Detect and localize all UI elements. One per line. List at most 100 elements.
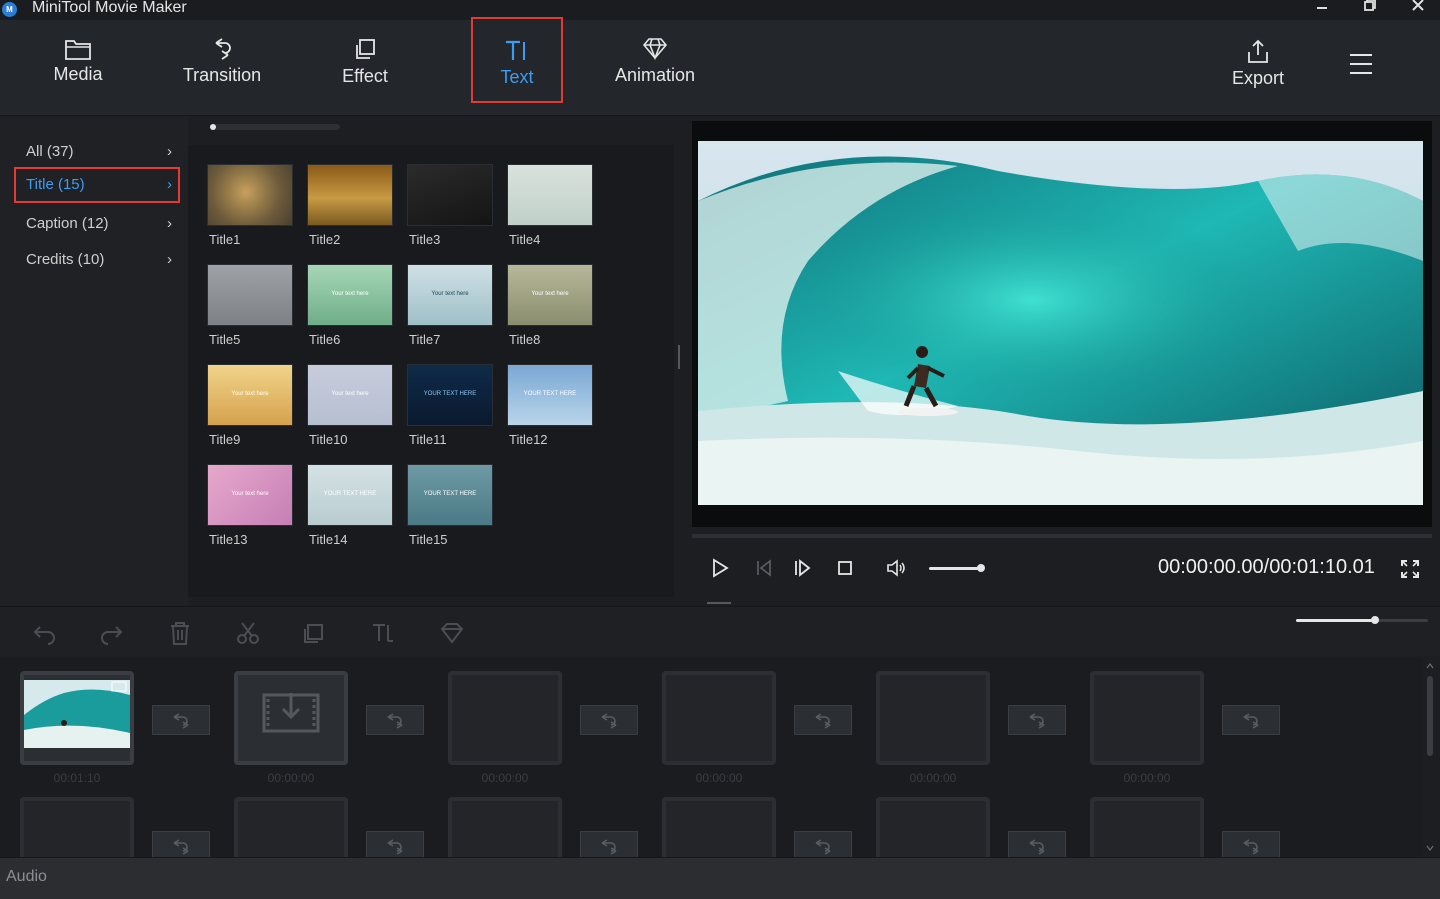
redo-icon[interactable] xyxy=(98,621,124,645)
volume-slider[interactable] xyxy=(929,567,983,570)
timeline-empty-slot[interactable] xyxy=(662,671,776,765)
thumbnail-text: YOUR TEXT HERE xyxy=(423,391,477,397)
transition-slot[interactable] xyxy=(366,831,424,857)
title-thumbnail[interactable]: YOUR TEXT HERE xyxy=(407,364,493,426)
add-text-icon[interactable] xyxy=(370,621,396,645)
category-credits[interactable]: Credits (10) › xyxy=(14,242,180,278)
tab-effect[interactable]: Effect xyxy=(324,20,406,104)
transition-slot[interactable] xyxy=(152,705,210,735)
volume-button[interactable] xyxy=(884,556,908,580)
timeline-toolbar xyxy=(0,606,1440,656)
transition-slot[interactable] xyxy=(580,831,638,857)
restore-icon[interactable] xyxy=(1357,0,1383,20)
volume-slider-handle[interactable] xyxy=(977,564,985,572)
timeline-empty-slot[interactable] xyxy=(1090,797,1204,857)
title-thumbnail-label: Title7 xyxy=(409,332,441,347)
title-thumbnail[interactable] xyxy=(407,164,493,226)
title-thumbnail-label: Title8 xyxy=(509,332,541,347)
title-thumbnail[interactable]: YOUR TEXT HERE xyxy=(507,364,593,426)
panel-splitter-handle[interactable] xyxy=(678,345,680,369)
timeline-empty-slot[interactable] xyxy=(448,797,562,857)
category-all[interactable]: All (37) › xyxy=(14,134,180,170)
tab-media[interactable]: Media xyxy=(38,20,118,104)
crop-icon[interactable] xyxy=(302,621,328,645)
timeline-empty-slot[interactable] xyxy=(876,671,990,765)
tab-animation[interactable]: Animation xyxy=(605,20,705,104)
title-thumbnail[interactable] xyxy=(207,164,293,226)
previous-frame-button[interactable] xyxy=(752,556,776,580)
title-thumbnail[interactable]: YOUR TEXT HERE xyxy=(307,464,393,526)
transition-slot[interactable] xyxy=(366,705,424,735)
thumbnail-text: YOUR TEXT HERE xyxy=(323,491,377,497)
transition-slot[interactable] xyxy=(794,831,852,857)
next-frame-button[interactable] xyxy=(791,556,815,580)
title-thumbnail[interactable]: Your text here xyxy=(307,264,393,326)
horizontal-scrollbar[interactable] xyxy=(210,124,340,130)
timeline-empty-slot[interactable] xyxy=(20,797,134,857)
timeline-empty-slot[interactable] xyxy=(876,797,990,857)
title-thumbnail[interactable]: Your text here xyxy=(307,364,393,426)
delete-icon[interactable] xyxy=(167,621,193,645)
undo-icon[interactable] xyxy=(32,621,58,645)
title-thumbnail[interactable]: Your text here xyxy=(207,364,293,426)
transition-slot[interactable] xyxy=(794,705,852,735)
transition-slot[interactable] xyxy=(1222,831,1280,857)
split-scissors-icon[interactable] xyxy=(235,621,261,645)
title-thumbnail[interactable] xyxy=(507,164,593,226)
title-thumbnail[interactable] xyxy=(207,264,293,326)
tab-transition[interactable]: Transition xyxy=(172,20,272,104)
timeline-empty-slot[interactable] xyxy=(1090,671,1204,765)
timeline-clip[interactable] xyxy=(20,671,134,765)
tab-media-label: Media xyxy=(53,64,103,84)
thumbnail-text: Your text here xyxy=(231,491,269,497)
title-thumbnail[interactable] xyxy=(307,164,393,226)
preview-progress-bar[interactable] xyxy=(692,534,1432,538)
category-caption[interactable]: Caption (12) › xyxy=(14,206,180,242)
tab-text[interactable]: Text xyxy=(471,17,563,103)
stop-button[interactable] xyxy=(833,556,857,580)
stop-icon xyxy=(838,561,852,575)
fullscreen-button[interactable] xyxy=(1400,559,1420,579)
chevron-right-icon: › xyxy=(167,143,172,160)
export-button[interactable]: Export xyxy=(1222,20,1294,104)
video-preview xyxy=(698,141,1423,505)
transition-slot[interactable] xyxy=(1222,705,1280,735)
timeline-empty-slot[interactable] xyxy=(448,671,562,765)
title-thumbnail[interactable]: Your text here xyxy=(507,264,593,326)
animation-tool-icon[interactable] xyxy=(439,621,465,645)
menu-button[interactable] xyxy=(1344,20,1378,104)
title-thumbnail-label: Title15 xyxy=(409,532,448,547)
title-thumbnail[interactable]: Your text here xyxy=(207,464,293,526)
timeline-empty-slot[interactable] xyxy=(662,797,776,857)
minimize-icon[interactable] xyxy=(1309,0,1335,20)
audio-track[interactable]: Audio xyxy=(0,857,1440,899)
title-thumbnail-label: Title11 xyxy=(409,432,447,447)
title-thumbnail[interactable]: YOUR TEXT HERE xyxy=(407,464,493,526)
category-panel: All (37) › Title (15) › Caption (12) › C… xyxy=(0,117,188,605)
timeline-vertical-scrollbar[interactable] xyxy=(1424,662,1436,852)
category-title-label: Title (15) xyxy=(26,176,85,193)
transition-slot[interactable] xyxy=(1008,705,1066,735)
close-icon[interactable] xyxy=(1405,0,1431,20)
horizontal-splitter-handle[interactable] xyxy=(707,602,731,604)
title-thumbnail-label: Title13 xyxy=(209,532,248,547)
timeline-empty-slot[interactable] xyxy=(234,797,348,857)
app-logo-icon: M xyxy=(2,2,17,17)
clip-duration: 00:00:00 xyxy=(909,771,957,785)
player-timecode: 00:00:00.00/00:01:10.01 xyxy=(1158,556,1375,578)
transition-slot[interactable] xyxy=(580,705,638,735)
app-title: MiniTool Movie Maker xyxy=(32,0,187,16)
category-title[interactable]: Title (15) › xyxy=(14,167,180,203)
transition-slot[interactable] xyxy=(152,831,210,857)
play-button[interactable] xyxy=(708,556,732,580)
title-thumbnail-label: Title3 xyxy=(409,232,441,247)
transition-slot[interactable] xyxy=(1008,831,1066,857)
chevron-right-icon: › xyxy=(167,251,172,268)
thumbnail-text: Your text here xyxy=(431,291,469,297)
timeline-zoom-handle[interactable] xyxy=(1371,616,1379,624)
title-bar: M MiniTool Movie Maker xyxy=(0,0,1440,20)
clip-duration: 00:00:00 xyxy=(695,771,743,785)
title-thumbnail[interactable]: Your text here xyxy=(407,264,493,326)
timeline-empty-slot[interactable] xyxy=(234,671,348,765)
thumbnail-text: Your text here xyxy=(331,391,369,397)
